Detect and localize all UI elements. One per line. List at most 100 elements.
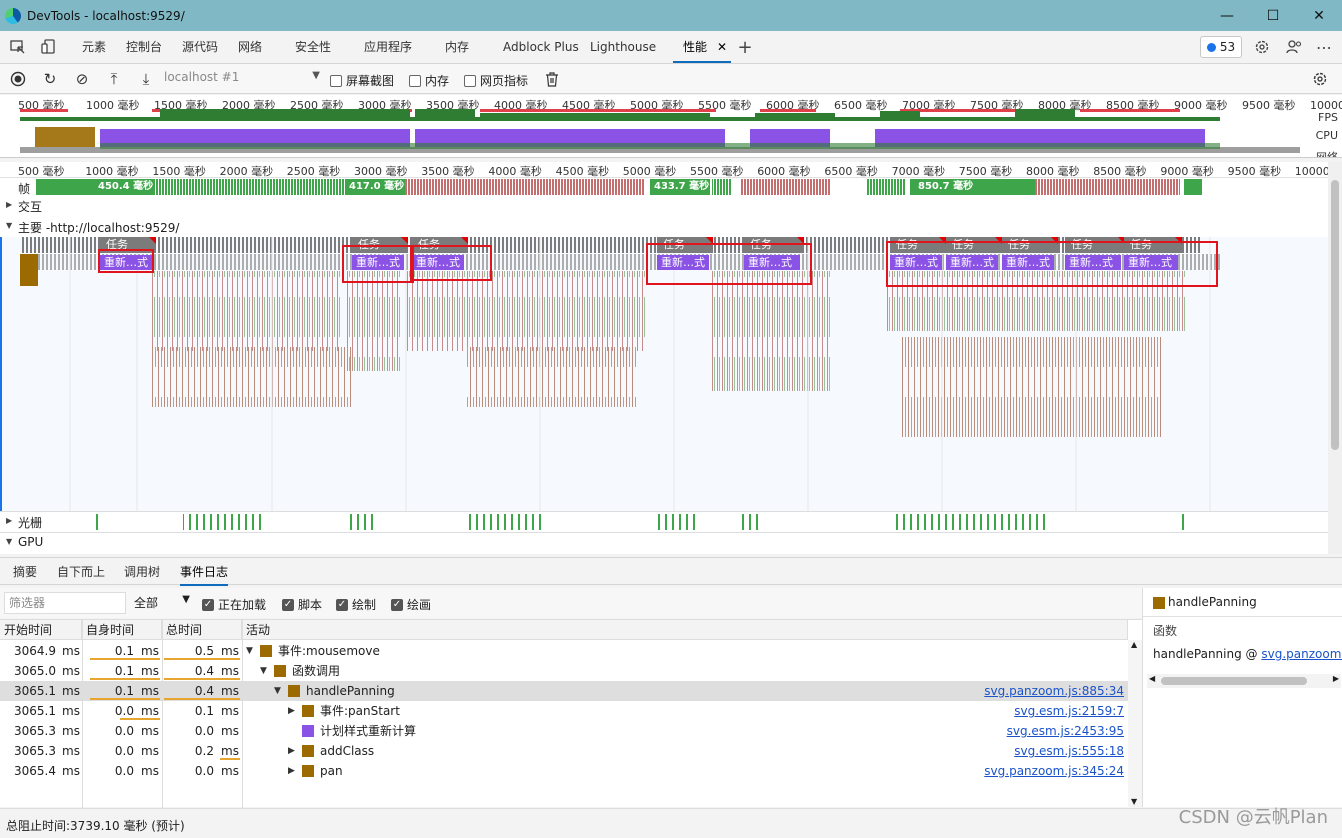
tab-lighthouse[interactable]: Lighthouse [590,31,656,63]
scroll-up-icon[interactable]: ▲ [1131,640,1137,649]
tab-event-log[interactable]: 事件日志 [180,563,229,586]
start-time-cell: 3065.3 [14,744,56,758]
collapse-triangle-icon[interactable]: ▼ [6,221,12,230]
minimize-button[interactable]: — [1204,0,1250,31]
source-link[interactable]: svg.panzoom.js:885:34 [984,681,1124,701]
close-window-button[interactable]: ✕ [1296,0,1342,31]
source-link[interactable]: svg.esm.js:2159:7 [1014,701,1124,721]
frames-track[interactable]: 帧 450.4 毫秒 417.0 毫秒 433.7 毫秒 850.7 毫秒 [0,178,1328,196]
issues-badge[interactable]: 53 [1200,36,1242,58]
frame-segment[interactable]: 433.7 毫秒 [650,179,710,195]
table-scrollbar[interactable]: ▲ ▼ [1128,640,1142,808]
table-row[interactable]: 3065.3 ms 0.0 ms 0.2 ms ▶ addClass svg.esm.js:55… [0,741,1128,761]
unit-label: ms [141,744,159,758]
memory-checkbox[interactable]: 内存 [409,72,449,89]
expand-triangle-icon[interactable]: ▶ [288,741,295,761]
ruler-tick-label: 4500 毫秒 [555,165,610,178]
collapse-triangle-icon[interactable]: ▼ [260,661,267,681]
device-toolbar-icon[interactable] [39,37,59,57]
collapse-triangle-icon[interactable]: ▼ [6,537,12,546]
filter-scripting-checkbox[interactable]: ✓ 脚本 [282,596,322,613]
tab-bottom-up[interactable]: 自下而上 [57,563,105,580]
table-row[interactable]: 3065.1 ms 0.0 ms 0.1 ms ▶ 事件:panStart svg.esm.js… [0,701,1128,721]
tab-console[interactable]: 控制台 [126,31,162,63]
main-thread-header[interactable]: ▼ 主要 -http://localhost:9529/ [0,217,1328,237]
tab-network[interactable]: 网络 [238,31,262,63]
tab-application[interactable]: 应用程序 [364,31,412,63]
download-icon[interactable]: ⤓ [136,69,156,89]
record-icon[interactable] [8,69,28,89]
inspect-element-icon[interactable] [8,37,28,57]
ruler-tick-label: 5500 毫秒 [690,165,744,178]
source-link[interactable]: svg.panzoom.js:345:24 [984,761,1124,781]
divider [1143,616,1342,617]
frame-segment[interactable] [36,179,94,195]
col-header-activity[interactable]: 活动 [242,620,1128,640]
frame-segment[interactable]: 450.4 毫秒 [94,179,155,195]
expand-triangle-icon[interactable]: ▶ [288,761,295,781]
detail-hscrollbar[interactable]: ◀ ▶ [1147,674,1341,688]
tab-security[interactable]: 安全性 [295,31,331,63]
table-row[interactable]: 3065.1 ms 0.1 ms 0.4 ms ▼ handlePanning svg.panz… [0,681,1128,701]
scripting-color-swatch [1153,597,1165,609]
source-link[interactable]: svg.esm.js:555:18 [1014,741,1124,761]
table-row[interactable]: 3065.0 ms 0.1 ms 0.4 ms ▼ 函数调用 [0,661,1128,681]
filter-input[interactable]: 筛选器 [4,592,126,614]
filter-painting-checkbox[interactable]: ✓ 绘画 [391,596,431,613]
gpu-label: GPU [18,535,44,549]
timeline-overview[interactable]: 500 毫秒 1000 毫秒 1500 毫秒 2000 毫秒 2500 毫秒 3000 毫… [0,95,1342,158]
col-header-self[interactable]: 自身时间 [82,620,162,640]
tab-elements[interactable]: 元素 [82,31,106,63]
reload-record-icon[interactable]: ↻ [40,69,60,89]
more-options-icon[interactable]: ⋯ [1314,37,1334,57]
filter-loading-checkbox[interactable]: ✓ 正在加载 [202,596,266,613]
frame-segment[interactable]: 850.7 毫秒 [910,179,1035,195]
profile-select[interactable]: localhost #1 ▼ [164,70,320,88]
filter-rendering-checkbox[interactable]: ✓ 绘制 [336,596,376,613]
scroll-right-icon[interactable]: ▶ [1333,674,1339,683]
settings-gear-icon[interactable] [1252,37,1272,57]
scroll-left-icon[interactable]: ◀ [1149,674,1155,683]
close-tab-icon[interactable]: ✕ [717,31,727,63]
scroll-down-icon[interactable]: ▼ [1131,797,1137,806]
tab-memory[interactable]: 内存 [445,31,469,63]
main-flame-chart[interactable]: 任务 重新…式 任务 重新…式 任务 重新…式 任务 重新…式 任务 重新…式 任务 重新…式 任务 重新… [0,237,1328,511]
detail-source-link[interactable]: svg.panzoom.js:8 [1261,647,1342,661]
tab-call-tree[interactable]: 调用树 [124,563,160,580]
scrollbar-thumb[interactable] [1161,677,1307,685]
upload-icon[interactable]: ⤒ [104,69,124,89]
customize-icon[interactable] [1284,37,1304,57]
expand-triangle-icon[interactable]: ▶ [6,200,12,209]
total-time-bar [220,758,240,760]
tab-adblock[interactable]: Adblock Plus [503,31,579,63]
tab-performance[interactable]: 性能 ✕ [673,31,732,63]
frame-segment[interactable]: 417.0 毫秒 [345,179,405,195]
capture-settings-gear-icon[interactable] [1310,69,1330,89]
start-time-cell: 3064.9 [14,644,56,658]
col-header-total[interactable]: 总时间 [162,620,242,640]
tab-summary[interactable]: 摘要 [13,563,37,580]
table-row[interactable]: 3064.9 ms 0.1 ms 0.5 ms ▼ 事件:mousemove [0,641,1128,661]
table-row[interactable]: 3065.3 ms 0.0 ms 0.0 ms 计划样式重新计算 svg.esm.js:245… [0,721,1128,741]
ruler-tick-label: 1000 毫秒 [85,165,139,178]
raster-track[interactable]: ▶ 光栅 [0,511,1328,532]
trash-icon[interactable] [542,69,562,89]
table-row[interactable]: 3065.4 ms 0.0 ms 0.0 ms ▶ pan svg.panzoom.js:345… [0,761,1128,781]
col-header-start[interactable]: 开始时间 [0,620,82,640]
add-tab-icon[interactable]: + [735,37,755,58]
timeline-scrollbar[interactable] [1328,162,1342,554]
web-vitals-checkbox[interactable]: 网页指标 [464,72,528,89]
source-link[interactable]: svg.esm.js:2453:95 [1007,721,1124,741]
collapse-triangle-icon[interactable]: ▼ [274,681,281,701]
interactions-track[interactable]: ▶ 交互 [0,196,1328,217]
screenshots-checkbox[interactable]: 屏幕截图 [330,72,394,89]
maximize-button[interactable]: ☐ [1250,0,1296,31]
scripting-color-swatch [274,665,286,677]
expand-triangle-icon[interactable]: ▶ [288,701,295,721]
scrollbar-thumb[interactable] [1331,180,1339,450]
category-select[interactable]: 全部 ▼ [130,594,192,611]
clear-icon[interactable]: ⊘ [72,69,92,89]
gpu-track[interactable]: ▼ GPU [0,532,1328,554]
tab-sources[interactable]: 源代码 [182,31,218,63]
collapse-triangle-icon[interactable]: ▼ [246,641,253,661]
